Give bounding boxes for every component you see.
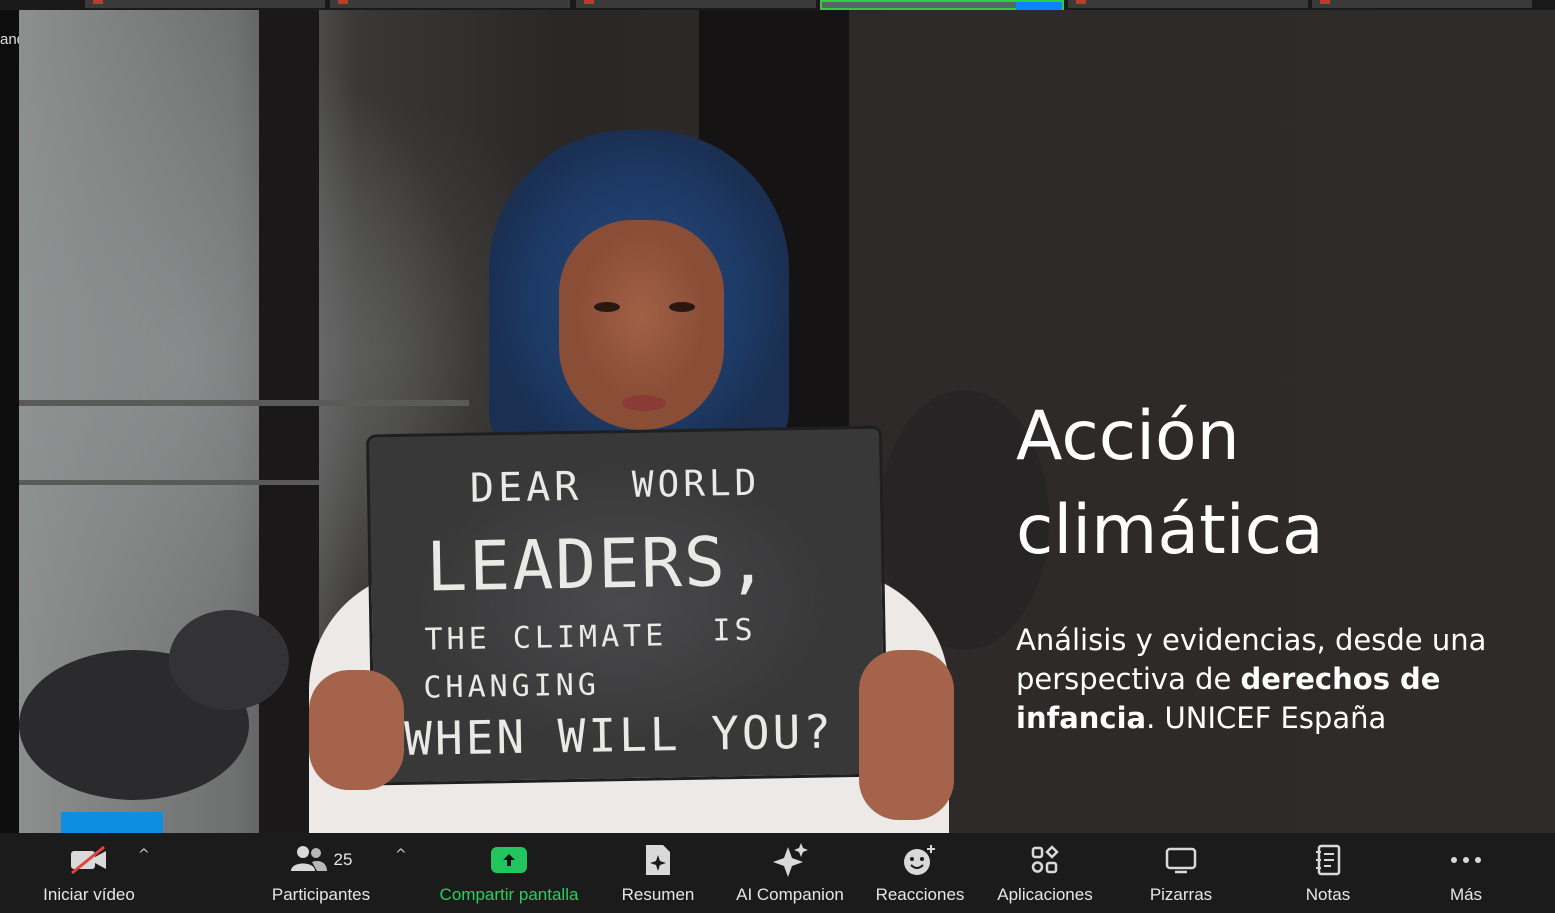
participant-thumbnail-active[interactable] [820, 0, 1064, 10]
participant-thumbnail[interactable] [1312, 0, 1532, 8]
participants-icon [290, 844, 328, 876]
sign-text: THE CLIMATE [424, 618, 668, 658]
sign-text: CHANGING [423, 667, 601, 706]
ai-companion-button[interactable]: AI Companion [726, 833, 854, 913]
notes-button[interactable]: Notas [1290, 833, 1366, 913]
sign-text: IS [712, 612, 757, 649]
apps-icon [1030, 843, 1060, 877]
participants-button[interactable]: 25 Participantes [262, 833, 380, 913]
start-video-button[interactable]: Iniciar vídeo [30, 833, 148, 913]
sign-text: LEADERS, [425, 522, 771, 608]
emoji-icon [903, 843, 937, 877]
participant-thumbnail[interactable] [330, 0, 570, 8]
apps-button[interactable]: Aplicaciones [990, 833, 1100, 913]
share-indicator-tab[interactable] [61, 812, 163, 833]
summary-button[interactable]: Resumen [610, 833, 706, 913]
chalkboard-sign: DEAR WORLD LEADERS, THE CLIMATE IS CHANG… [365, 425, 889, 786]
slide-subtitle: Análisis y evidencias, desde una perspec… [1016, 623, 1487, 735]
more-icon [1449, 843, 1483, 877]
whiteboards-button[interactable]: Pizarras [1138, 833, 1224, 913]
meeting-toolbar: Iniciar vídeo ^ 25 Participantes ^ Compa… [0, 833, 1555, 913]
summary-icon [643, 843, 673, 877]
video-off-icon [69, 843, 109, 877]
whiteboard-icon [1165, 843, 1197, 877]
video-options-caret[interactable]: ^ [138, 847, 150, 863]
more-button[interactable]: Más [1430, 833, 1502, 913]
slide-title: Acción climática [1016, 397, 1324, 570]
participant-thumbnail[interactable] [1068, 0, 1308, 8]
sign-text: WORLD [631, 462, 761, 506]
reactions-button[interactable]: Reacciones [872, 833, 968, 913]
share-screen-button[interactable]: Compartir pantalla [428, 833, 590, 913]
participant-strip [0, 0, 1555, 10]
sparkle-icon [772, 843, 808, 877]
sign-text: WHEN WILL YOU? [403, 704, 835, 766]
participant-count: 25 [333, 850, 353, 869]
shared-screen-slide: DEAR WORLD LEADERS, THE CLIMATE IS CHANG… [19, 10, 1555, 833]
sign-text: DEAR [469, 463, 583, 512]
left-gutter [0, 10, 19, 833]
participants-options-caret[interactable]: ^ [395, 847, 407, 863]
participant-thumbnail[interactable] [85, 0, 325, 8]
notes-icon [1314, 843, 1342, 877]
share-screen-icon [491, 847, 527, 873]
participant-thumbnail[interactable] [576, 0, 816, 8]
